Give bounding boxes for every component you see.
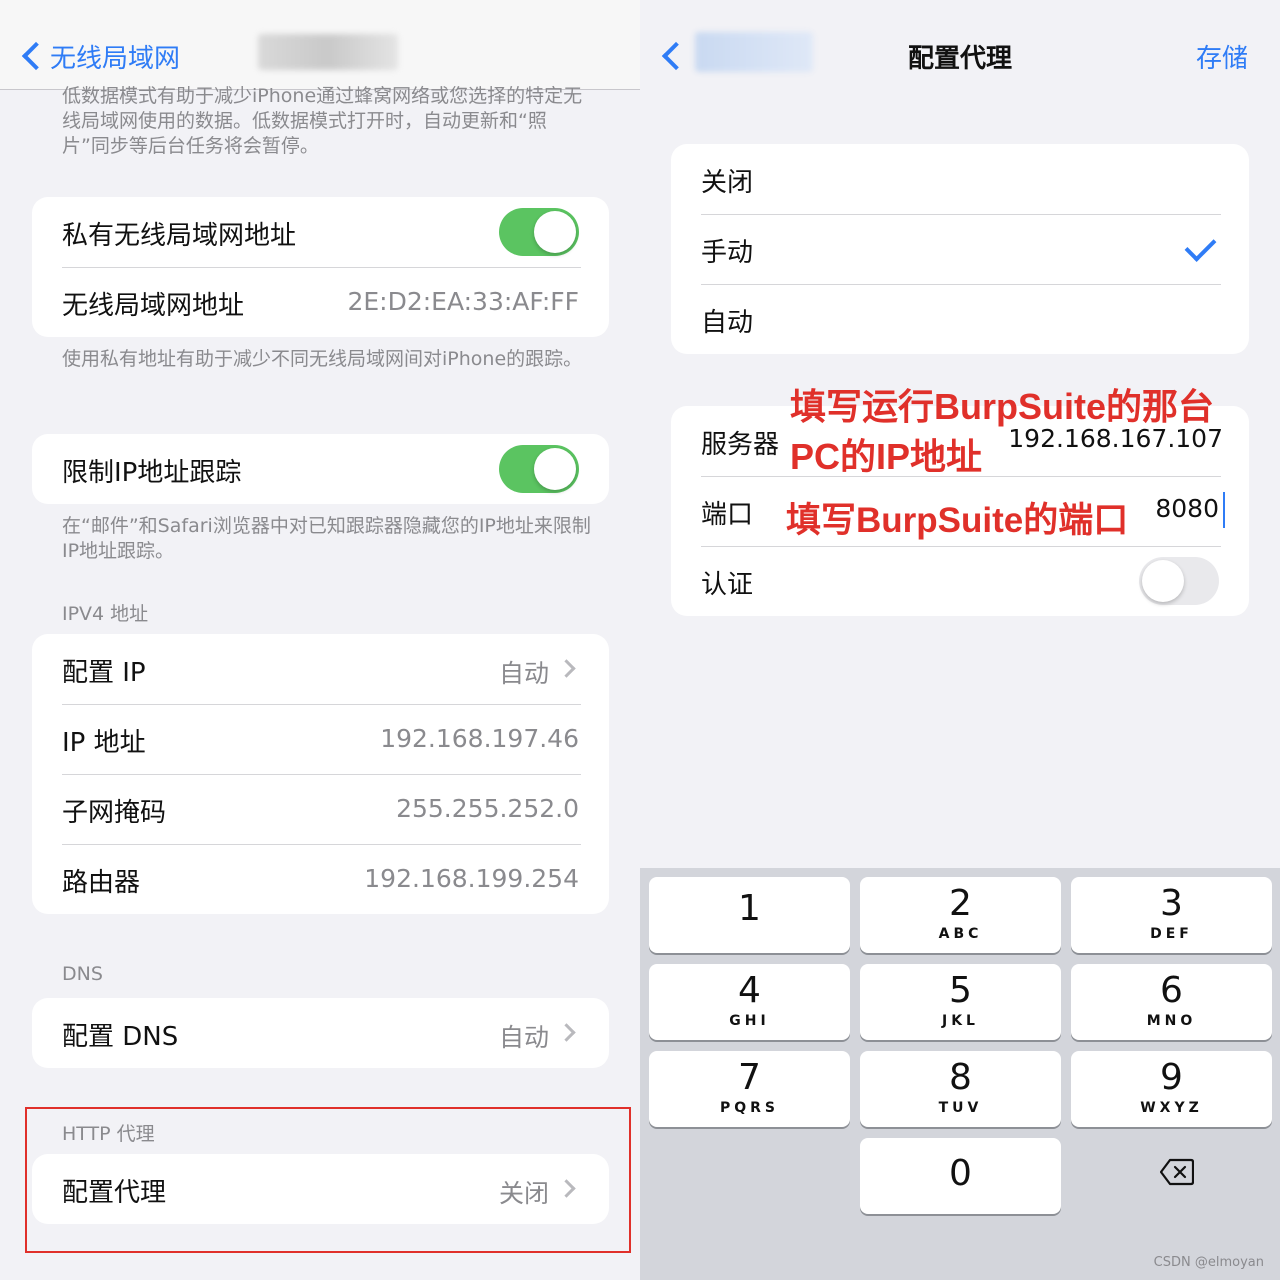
private-address-row: 私有无线局域网地址 xyxy=(32,197,609,267)
subnet-mask-value: 255.255.252.0 xyxy=(396,794,579,823)
configure-dns-value: 自动 xyxy=(498,1023,549,1052)
text-cursor xyxy=(1223,492,1225,528)
checkmark-icon xyxy=(1184,230,1217,262)
dns-card: 配置 DNS 自动 xyxy=(32,998,609,1068)
watermark: CSDN @elmoyan xyxy=(1153,1255,1264,1270)
proxy-mode-card: 关闭 手动 自动 xyxy=(671,144,1249,354)
key-4[interactable]: 4 GHI xyxy=(649,964,850,1040)
wifi-address-label: 无线局域网地址 xyxy=(62,291,245,321)
configure-ip-value: 自动 xyxy=(498,659,549,688)
annotation-server-line2: PC的IP地址 xyxy=(790,436,983,477)
router-value: 192.168.199.254 xyxy=(364,864,579,893)
mode-off-row[interactable]: 关闭 xyxy=(671,144,1249,214)
configure-ip-row[interactable]: 配置 IP 自动 xyxy=(32,634,609,704)
mode-auto-label: 自动 xyxy=(701,308,754,338)
back-button[interactable]: 无线局域网 xyxy=(50,38,180,75)
subnet-mask-label: 子网掩码 xyxy=(62,798,167,828)
mode-manual-label: 手动 xyxy=(701,238,754,268)
port-label: 端口 xyxy=(701,500,754,530)
configure-dns-label: 配置 DNS xyxy=(62,1022,179,1052)
save-button[interactable]: 存储 xyxy=(1196,38,1248,75)
auth-toggle[interactable] xyxy=(1139,557,1219,605)
delete-backspace-icon[interactable] xyxy=(1160,1158,1194,1186)
chevron-left-icon[interactable] xyxy=(21,41,51,71)
key-2[interactable]: 2 ABC xyxy=(860,877,1061,953)
annotation-port: 填写BurpSuite的端口 xyxy=(786,501,1129,540)
chevron-right-icon xyxy=(557,659,576,678)
annotation-server-line1: 填写运行BurpSuite的那台 xyxy=(790,386,1215,427)
low-data-mode-note: 低数据模式有助于减少iPhone通过蜂窝网络或您选择的特定无线局域网使用的数据。… xyxy=(62,85,583,157)
key-3[interactable]: 3 DEF xyxy=(1071,877,1272,953)
configure-dns-row[interactable]: 配置 DNS 自动 xyxy=(32,998,609,1068)
ipv4-card: 配置 IP 自动 IP 地址 192.168.197.46 子网掩码 255.2… xyxy=(32,634,609,914)
limit-tracking-toggle[interactable] xyxy=(499,445,579,493)
private-address-note: 使用私有地址有助于减少不同无线局域网间对iPhone的跟踪。 xyxy=(62,348,583,370)
dns-section-header: DNS xyxy=(62,963,103,985)
auth-label: 认证 xyxy=(701,570,754,600)
wifi-address-value: 2E:D2:EA:33:AF:FF xyxy=(347,287,579,316)
wifi-address-row: 无线局域网地址 2E:D2:EA:33:AF:FF xyxy=(32,267,609,337)
left-nav-bar: 无线局域网 xyxy=(0,0,640,90)
numeric-keypad: 1 2 ABC 3 DEF 4 GHI 5 JKL 6 MNO 7 PQRS 8… xyxy=(640,868,1280,1280)
configure-ip-label: 配置 IP xyxy=(62,658,146,688)
page-title: 配置代理 xyxy=(907,44,1012,74)
subnet-mask-row: 子网掩码 255.255.252.0 xyxy=(32,774,609,844)
chevron-right-icon xyxy=(557,1023,576,1042)
limit-tracking-label: 限制IP地址跟踪 xyxy=(62,458,242,488)
key-7[interactable]: 7 PQRS xyxy=(649,1051,850,1127)
mode-off-label: 关闭 xyxy=(701,168,754,198)
configure-proxy-screen: 配置代理 存储 关闭 手动 自动 服务器 192.168.167.107 端口 … xyxy=(640,0,1280,1280)
wifi-details-screen: 无线局域网 低数据模式有助于减少iPhone通过蜂窝网络或您选择的特定无线局域网… xyxy=(0,0,640,1280)
blurred-network-name xyxy=(258,34,398,70)
router-row: 路由器 192.168.199.254 xyxy=(32,844,609,914)
ipv4-section-header: IPV4 地址 xyxy=(62,603,149,625)
ip-address-label: IP 地址 xyxy=(62,728,146,758)
mode-auto-row[interactable]: 自动 xyxy=(671,284,1249,354)
key-0[interactable]: 0 xyxy=(860,1138,1061,1214)
ip-address-row: IP 地址 192.168.197.46 xyxy=(32,704,609,774)
key-6[interactable]: 6 MNO xyxy=(1071,964,1272,1040)
server-label: 服务器 xyxy=(701,430,780,460)
right-nav-bar: 配置代理 存储 xyxy=(640,0,1280,110)
private-address-card: 私有无线局域网地址 无线局域网地址 2E:D2:EA:33:AF:FF xyxy=(32,197,609,337)
toggle-knob xyxy=(534,448,576,490)
proxy-highlight-box xyxy=(25,1107,631,1253)
port-input[interactable]: 8080 xyxy=(1155,494,1219,523)
key-1[interactable]: 1 xyxy=(649,877,850,953)
private-address-toggle[interactable] xyxy=(499,208,579,256)
limit-tracking-note: 在“邮件”和Safari浏览器中对已知跟踪器隐藏您的IP地址来限制IP地址跟踪。 xyxy=(62,515,591,562)
key-5[interactable]: 5 JKL xyxy=(860,964,1061,1040)
key-9[interactable]: 9 WXYZ xyxy=(1071,1051,1272,1127)
mode-manual-row[interactable]: 手动 xyxy=(671,214,1249,284)
toggle-knob xyxy=(1142,560,1184,602)
router-label: 路由器 xyxy=(62,868,141,898)
private-address-label: 私有无线局域网地址 xyxy=(62,221,297,251)
limit-tracking-card: 限制IP地址跟踪 xyxy=(32,434,609,504)
limit-tracking-row: 限制IP地址跟踪 xyxy=(32,434,609,504)
toggle-knob xyxy=(534,211,576,253)
auth-row: 认证 xyxy=(671,546,1249,616)
ip-address-value: 192.168.197.46 xyxy=(380,724,579,753)
key-8[interactable]: 8 TUV xyxy=(860,1051,1061,1127)
